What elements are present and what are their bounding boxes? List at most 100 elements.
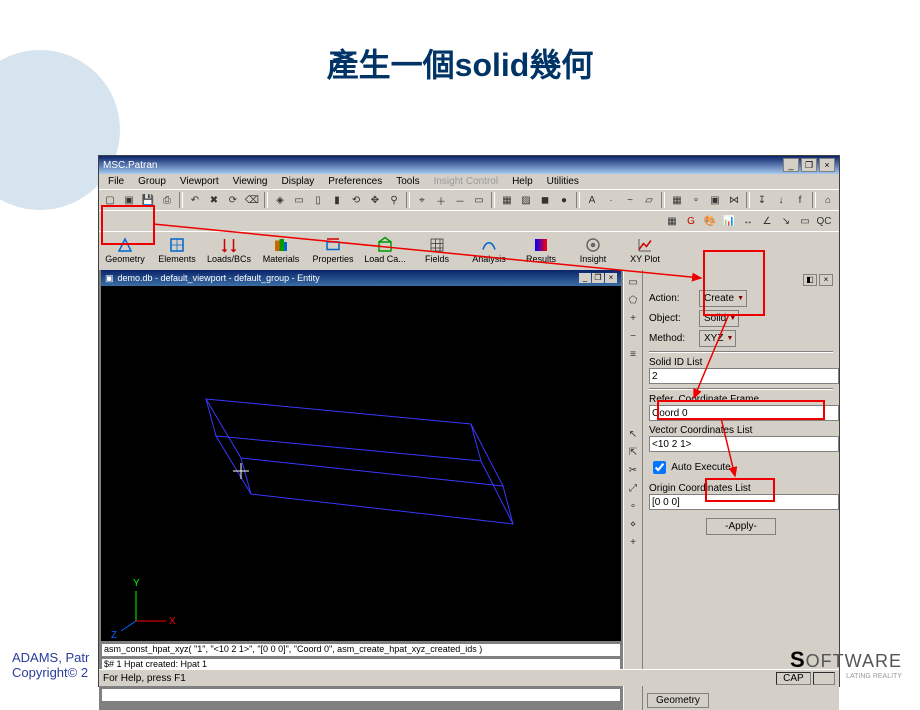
origin-input[interactable] (649, 494, 839, 510)
solid-id-input[interactable] (649, 368, 839, 384)
palette-icon[interactable]: 🎨 (701, 212, 719, 230)
home-icon[interactable]: ⌂ (819, 191, 837, 209)
pick-node-icon[interactable]: ∘ (625, 498, 641, 514)
chart-icon[interactable]: 📊 (720, 212, 738, 230)
analysis-button[interactable]: Analysis (463, 232, 515, 268)
screen-icon[interactable]: ▭ (796, 212, 814, 230)
view-top-icon[interactable]: ▭ (290, 191, 308, 209)
view-iso-icon[interactable]: ◈ (271, 191, 289, 209)
menu-viewport[interactable]: Viewport (175, 175, 224, 188)
arrow-icon[interactable]: ↘ (777, 212, 795, 230)
zoom-out-icon[interactable]: － (451, 191, 469, 209)
select-icon[interactable]: ▭ (625, 274, 641, 290)
save-icon[interactable]: 💾 (139, 191, 157, 209)
toolbar-row-2: ▦ G 🎨 📊 ↔ ∠ ↘ ▭ QC (99, 210, 839, 231)
pick-face-icon[interactable]: ⤢ (625, 480, 641, 496)
ref-frame-input[interactable] (649, 405, 839, 421)
viewport-minimize-button[interactable]: _ (579, 273, 591, 283)
geometry-button[interactable]: Geometry (99, 232, 151, 268)
angle-icon[interactable]: ∠ (758, 212, 776, 230)
pick-curve-icon[interactable]: G (682, 212, 700, 230)
menu-display[interactable]: Display (277, 175, 320, 188)
clear-icon[interactable]: ⌫ (243, 191, 261, 209)
close-button[interactable]: × (819, 158, 835, 172)
cmd-input[interactable] (101, 688, 621, 702)
menu-group[interactable]: Group (133, 175, 171, 188)
fields-button[interactable]: Fields (411, 232, 463, 268)
panel-close-button[interactable]: × (819, 274, 833, 286)
panel-tab-geometry[interactable]: Geometry (647, 693, 709, 708)
surface-icon[interactable]: ▱ (640, 191, 658, 209)
results-button[interactable]: Results (515, 232, 567, 268)
abort-icon[interactable]: ✖ (205, 191, 223, 209)
mpc-icon[interactable]: ⋈ (725, 191, 743, 209)
shaded-icon[interactable]: ◼ (536, 191, 554, 209)
open-icon[interactable]: ▣ (120, 191, 138, 209)
viewport-restore-button[interactable]: ❐ (592, 273, 604, 283)
loads-bcs-button[interactable]: Loads/BCs (203, 232, 255, 268)
viewport-close-button[interactable]: × (605, 273, 617, 283)
undo-icon[interactable]: ↶ (186, 191, 204, 209)
restore-button[interactable]: ❐ (801, 158, 817, 172)
menu-help[interactable]: Help (507, 175, 538, 188)
minimize-button[interactable]: _ (783, 158, 799, 172)
materials-label: Materials (263, 254, 300, 264)
smooth-icon[interactable]: ● (555, 191, 573, 209)
zoom-in-icon[interactable]: ＋ (432, 191, 450, 209)
menu-preferences[interactable]: Preferences (323, 175, 387, 188)
measure-icon[interactable]: ↔ (739, 212, 757, 230)
view-side-icon[interactable]: ▮ (328, 191, 346, 209)
curve-icon[interactable]: ~ (621, 191, 639, 209)
bc-icon[interactable]: ↧ (753, 191, 771, 209)
menu-file[interactable]: File (103, 175, 129, 188)
quick-icon[interactable]: QC (815, 212, 833, 230)
properties-button[interactable]: Properties (307, 232, 359, 268)
zoom-icon[interactable]: ⚲ (385, 191, 403, 209)
field2-icon[interactable]: f (791, 191, 809, 209)
menu-viewing[interactable]: Viewing (228, 175, 273, 188)
menu-utilities[interactable]: Utilities (542, 175, 584, 188)
print-icon[interactable]: ⎙ (158, 191, 176, 209)
viewport-3d[interactable]: Y X Z (101, 286, 621, 641)
cmd-line-1[interactable]: asm_const_hpat_xyz( "1", "<10 2 1>", "[0… (101, 643, 621, 657)
pan-icon[interactable]: ✥ (366, 191, 384, 209)
wireframe-icon[interactable]: ▦ (498, 191, 516, 209)
mesh-icon[interactable]: ▦ (668, 191, 686, 209)
action-dropdown[interactable]: Create (699, 290, 747, 307)
point-icon[interactable]: · (602, 191, 620, 209)
subtract-icon[interactable]: − (625, 328, 641, 344)
zoom-box-icon[interactable]: ▭ (470, 191, 488, 209)
object-dropdown[interactable]: Solid (699, 310, 739, 327)
pick-edge-icon[interactable]: ⇱ (625, 444, 641, 460)
toggle-icon[interactable]: ≡ (625, 346, 641, 362)
label-icon[interactable]: A (583, 191, 601, 209)
xy-plot-button[interactable]: XY Plot (619, 232, 671, 268)
pick-vertex-icon[interactable]: ⋄ (625, 516, 641, 532)
load-icon[interactable]: ↓ (772, 191, 790, 209)
refresh-icon[interactable]: ⟳ (224, 191, 242, 209)
element-icon[interactable]: ▣ (706, 191, 724, 209)
vector-input[interactable] (649, 436, 839, 452)
materials-button[interactable]: Materials (255, 232, 307, 268)
rotate-icon[interactable]: ⟲ (347, 191, 365, 209)
auto-execute-checkbox[interactable] (653, 461, 666, 474)
node-icon[interactable]: ∘ (687, 191, 705, 209)
view-front-icon[interactable]: ▯ (309, 191, 327, 209)
menu-tools[interactable]: Tools (391, 175, 424, 188)
pick-filter-icon[interactable]: ▦ (663, 212, 681, 230)
new-icon[interactable]: ▢ (101, 191, 119, 209)
pick-curve2-icon[interactable]: ✂ (625, 462, 641, 478)
fit-icon[interactable]: ⌖ (413, 191, 431, 209)
elements-button[interactable]: Elements (151, 232, 203, 268)
insight-button[interactable]: Insight (567, 232, 619, 268)
load-cases-button[interactable]: Load Ca... (359, 232, 411, 268)
hidden-icon[interactable]: ▨ (517, 191, 535, 209)
method-dropdown[interactable]: XYZ (699, 330, 736, 347)
pick-point-icon[interactable]: ↖ (625, 426, 641, 442)
menu-insight-control[interactable]: Insight Control (429, 175, 503, 188)
add-icon[interactable]: + (625, 310, 641, 326)
pick-any-icon[interactable]: + (625, 534, 641, 550)
panel-pin-button[interactable]: ◧ (803, 274, 817, 286)
apply-button[interactable]: -Apply- (706, 518, 776, 535)
polygon-select-icon[interactable]: ⬠ (625, 292, 641, 308)
